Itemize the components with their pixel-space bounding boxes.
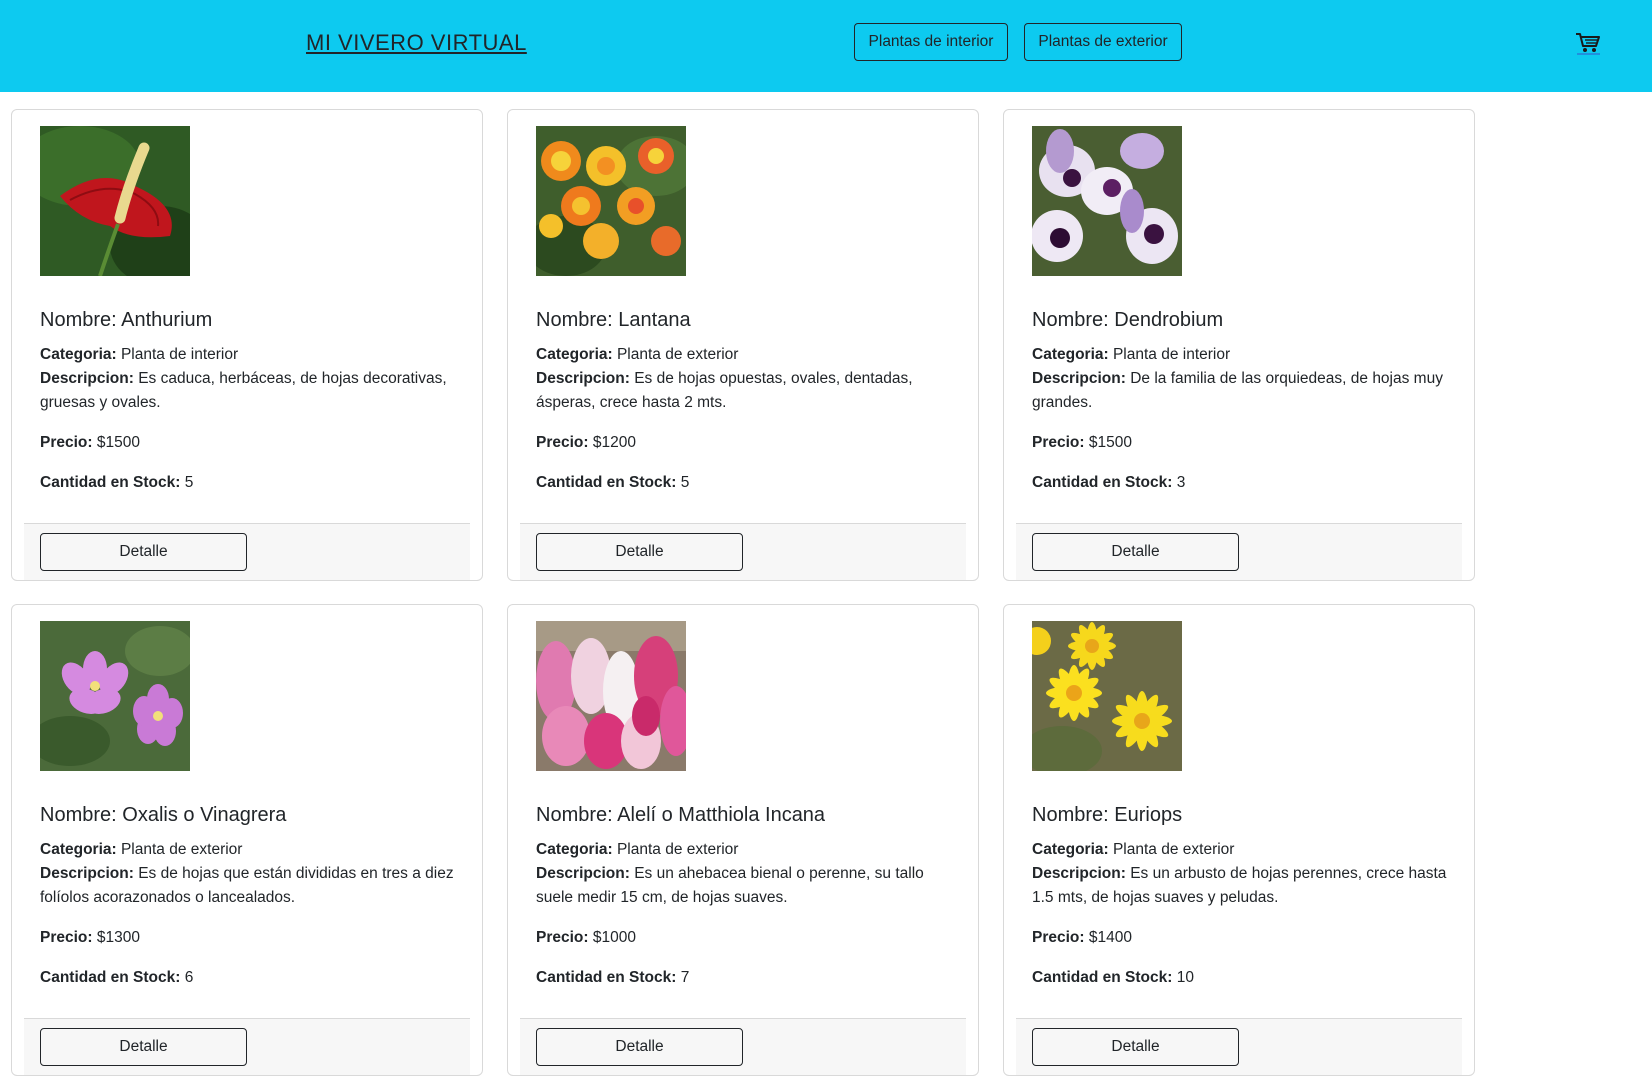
detail-button[interactable]: Detalle [40,1028,247,1066]
product-image-lantana [536,126,686,276]
card-footer: Detalle [1016,523,1462,580]
product-image-anthurium [40,126,190,276]
detail-button[interactable]: Detalle [536,1028,743,1066]
shopping-cart-icon[interactable] [1574,31,1602,55]
stock-label: Cantidad en Stock: [1032,969,1173,986]
product-image-euriops [1032,621,1182,771]
product-price: $1400 [1088,929,1132,946]
product-price: $1500 [1088,434,1132,451]
product-stock: 5 [680,474,690,491]
product-category: Planta de exterior [1112,841,1235,858]
price-label: Precio: [536,434,589,451]
product-name-label: Nombre: [40,804,117,826]
product-card: Nombre: Oxalis o Vinagrera Categoria: Pl… [11,604,483,1076]
product-name-label: Nombre: [1032,804,1109,826]
description-label: Descripcion: [40,370,134,387]
product-name: Alelí o Matthiola Incana [617,804,826,826]
detail-button[interactable]: Detalle [536,533,743,571]
price-label: Precio: [40,434,93,451]
product-card: Nombre: Anthurium Categoria: Planta de i… [11,109,483,581]
card-footer: Detalle [520,1018,966,1075]
product-stock: 7 [680,969,690,986]
category-label: Categoria: [536,841,613,858]
category-label: Categoria: [40,346,117,363]
product-image-dendrobium [1032,126,1182,276]
product-price: $1300 [96,929,140,946]
detail-button[interactable]: Detalle [1032,533,1239,571]
product-category: Planta de interior [120,346,239,363]
card-footer: Detalle [520,523,966,580]
description-label: Descripcion: [536,865,630,882]
product-card: Nombre: Dendrobium Categoria: Planta de … [1003,109,1475,581]
product-image-oxalis [40,621,190,771]
product-price: $1200 [592,434,636,451]
product-name: Euriops [1114,804,1183,826]
product-name-label: Nombre: [40,309,117,331]
product-name-label: Nombre: [536,804,613,826]
price-label: Precio: [1032,929,1085,946]
product-name: Dendrobium [1114,309,1224,331]
product-card: Nombre: Alelí o Matthiola Incana Categor… [507,604,979,1076]
category-label: Categoria: [1032,346,1109,363]
product-category: Planta de exterior [120,841,243,858]
card-footer: Detalle [1016,1018,1462,1075]
outdoor-plants-button[interactable]: Plantas de exterior [1024,23,1182,61]
stock-label: Cantidad en Stock: [1032,474,1173,491]
description-label: Descripcion: [1032,865,1126,882]
product-stock: 10 [1176,969,1194,986]
card-footer: Detalle [24,1018,470,1075]
product-stock: 6 [184,969,194,986]
stock-label: Cantidad en Stock: [536,474,677,491]
product-card: Nombre: Euriops Categoria: Planta de ext… [1003,604,1475,1076]
product-stock: 3 [1176,474,1186,491]
product-name-label: Nombre: [1032,309,1109,331]
product-name: Oxalis o Vinagrera [122,804,287,826]
stock-label: Cantidad en Stock: [40,969,181,986]
detail-button[interactable]: Detalle [1032,1028,1239,1066]
category-label: Categoria: [40,841,117,858]
description-label: Descripcion: [1032,370,1126,387]
product-name: Lantana [618,309,691,331]
product-category: Planta de exterior [616,841,739,858]
product-price: $1500 [96,434,140,451]
stock-label: Cantidad en Stock: [40,474,181,491]
product-category: Planta de exterior [616,346,739,363]
indoor-plants-button[interactable]: Plantas de interior [854,23,1008,61]
detail-button[interactable]: Detalle [40,533,247,571]
product-name-label: Nombre: [536,309,613,331]
brand-link[interactable]: MI VIVERO VIRTUAL [306,30,527,56]
product-name: Anthurium [121,309,213,331]
product-card: Nombre: Lantana Categoria: Planta de ext… [507,109,979,581]
description-label: Descripcion: [40,865,134,882]
product-price: $1000 [592,929,636,946]
product-stock: 5 [184,474,194,491]
category-label: Categoria: [536,346,613,363]
price-label: Precio: [1032,434,1085,451]
navbar: MI VIVERO VIRTUAL Plantas de interior Pl… [0,0,1652,92]
price-label: Precio: [536,929,589,946]
price-label: Precio: [40,929,93,946]
card-footer: Detalle [24,523,470,580]
stock-label: Cantidad en Stock: [536,969,677,986]
description-label: Descripcion: [536,370,630,387]
product-image-aleli [536,621,686,771]
category-label: Categoria: [1032,841,1109,858]
product-category: Planta de interior [1112,346,1231,363]
